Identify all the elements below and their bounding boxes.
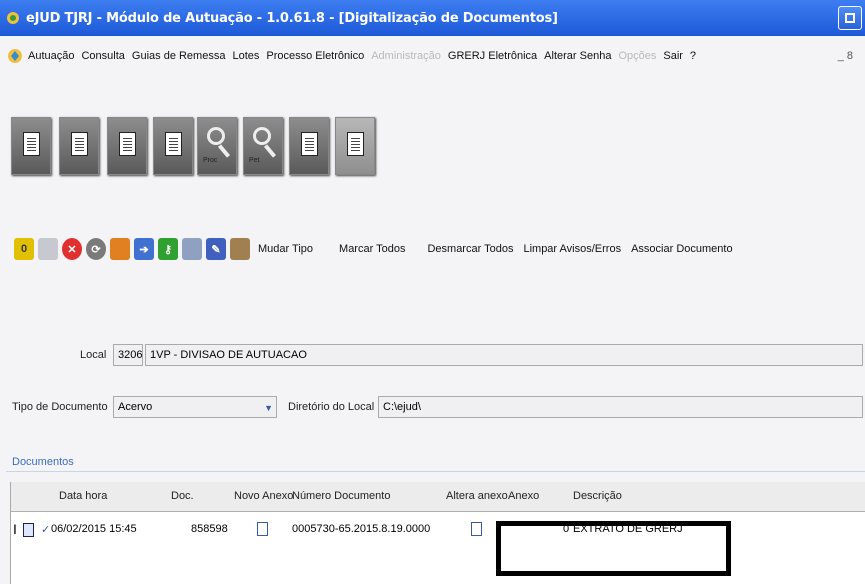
menu-bar: Autuação Consulta Guias de Remessa Lotes… xyxy=(0,36,865,76)
diretorio-local-field[interactable]: C:\ejud\ xyxy=(378,396,863,418)
menu-item-alterar-senha[interactable]: Alterar Senha xyxy=(544,50,611,62)
menu-item-consulta[interactable]: Consulta xyxy=(81,50,124,62)
cell-doc: 858598 xyxy=(191,523,228,535)
eraser-icon[interactable] xyxy=(230,238,250,260)
limpar-avisos-link[interactable]: Limpar Avisos/Erros xyxy=(523,243,621,255)
highlight-box xyxy=(496,521,731,576)
close-icon[interactable]: ✕ xyxy=(62,238,82,260)
mdi-controls[interactable]: _ 8 xyxy=(838,50,853,62)
document-edit-icon xyxy=(119,132,136,156)
search-pet-button[interactable]: Pet xyxy=(243,117,283,175)
row-check-icon: ✓ xyxy=(41,524,51,536)
menu-item-processo-eletronico[interactable]: Processo Eletrônico xyxy=(266,50,364,62)
menu-item-sair[interactable]: Sair xyxy=(663,50,683,62)
document-view-button[interactable] xyxy=(59,117,99,175)
key-icon[interactable]: ⚷ xyxy=(158,238,178,260)
save-icon[interactable] xyxy=(38,238,58,260)
attach-doc-icon xyxy=(301,132,318,156)
restore-icon xyxy=(845,13,855,23)
app-logo-icon xyxy=(7,12,19,24)
document-icon xyxy=(23,132,40,156)
menu-item-administracao: Administração xyxy=(371,50,441,62)
mudar-tipo-link[interactable]: Mudar Tipo xyxy=(258,243,313,255)
col-data-hora[interactable]: Data hora xyxy=(59,490,107,502)
local-code-field[interactable]: 3206 xyxy=(113,344,143,366)
action-toolbar: 0 ✕ ⟳ ➔ ⚷ ✎ Mudar Tipo Marcar Todos Desm… xyxy=(0,233,865,265)
scan-doc-button[interactable] xyxy=(335,117,375,175)
documents-grid: Data hora Doc. Novo Anexo Número Documen… xyxy=(10,482,865,584)
chevron-down-icon[interactable]: ▼ xyxy=(264,403,273,413)
scan-doc-icon xyxy=(347,132,364,156)
pet-caption: Pet xyxy=(249,157,260,164)
document-view-icon xyxy=(71,132,88,156)
search-proc-button[interactable]: Proc xyxy=(197,117,237,175)
menu-item-grerj-eletronica[interactable]: GRERJ Eletrônica xyxy=(448,50,537,62)
tipo-documento-label: Tipo de Documento xyxy=(12,401,108,413)
title-bar: eJUD TJRJ - Módulo de Autuação - 1.0.61.… xyxy=(0,0,865,36)
associar-documento-link[interactable]: Associar Documento xyxy=(631,243,733,255)
tipo-documento-select[interactable]: Acervo ▼ xyxy=(113,396,277,418)
printer-icon[interactable] xyxy=(182,238,202,260)
proc-caption: Proc xyxy=(203,157,218,164)
document-icon[interactable] xyxy=(110,238,130,260)
menu-item-guias-de-remessa[interactable]: Guias de Remessa xyxy=(132,50,226,62)
cell-data-hora: 06/02/2015 15:45 xyxy=(51,523,137,535)
col-descricao[interactable]: Descrição xyxy=(573,490,622,502)
local-name-field[interactable]: 1VP - DIVISAO DE AUTUACAO xyxy=(145,344,863,366)
magnifier-icon xyxy=(207,127,225,145)
window-title: eJUD TJRJ - Módulo de Autuação - 1.0.61.… xyxy=(26,10,558,26)
menu-item-lotes[interactable]: Lotes xyxy=(232,50,259,62)
tipo-documento-value: Acervo xyxy=(118,401,153,413)
magnifier-handle xyxy=(263,144,277,158)
scanner-icon xyxy=(165,132,182,156)
cell-numero-documento: 0005730-65.2015.8.19.0000 xyxy=(292,523,431,535)
document-button[interactable] xyxy=(11,117,51,175)
number-zero-icon[interactable]: 0 xyxy=(14,238,34,260)
edit-icon[interactable]: ✎ xyxy=(206,238,226,260)
local-label: Local xyxy=(80,349,107,361)
altera-anexo-checkbox[interactable] xyxy=(471,522,482,536)
magnifier-icon xyxy=(253,127,271,145)
desmarcar-todos-link[interactable]: Desmarcar Todos xyxy=(427,243,513,255)
scanner-button[interactable] xyxy=(153,117,193,175)
col-doc[interactable]: Doc. xyxy=(171,490,194,502)
grid-header: Data hora Doc. Novo Anexo Número Documen… xyxy=(11,482,865,512)
col-altera-anexo[interactable]: Altera anexo xyxy=(446,490,508,502)
novo-anexo-checkbox[interactable] xyxy=(257,522,268,536)
row-select-checkbox[interactable] xyxy=(23,523,34,537)
document-edit-button[interactable] xyxy=(107,117,147,175)
menu-item-autuacao[interactable]: Autuação xyxy=(28,50,74,62)
col-numero-documento[interactable]: Número Documento xyxy=(292,490,390,502)
marcar-todos-link[interactable]: Marcar Todos xyxy=(339,243,405,255)
attach-doc-button[interactable] xyxy=(289,117,329,175)
big-toolbar: Proc Pet xyxy=(0,76,865,201)
col-novo-anexo[interactable]: Novo Anexo xyxy=(234,490,293,502)
diretorio-local-label: Diretório do Local xyxy=(288,401,375,413)
section-divider xyxy=(6,471,865,472)
restore-button[interactable] xyxy=(838,6,862,30)
col-anexo[interactable]: Anexo xyxy=(508,490,539,502)
documentos-section-label: Documentos xyxy=(12,456,74,468)
arrow-icon[interactable]: ➔ xyxy=(134,238,154,260)
menu-item-help[interactable]: ? xyxy=(690,50,696,62)
table-row[interactable]: I ✓ 06/02/2015 15:45 858598 0005730-65.2… xyxy=(11,513,865,547)
magnifier-handle xyxy=(217,144,231,158)
app-menu-icon[interactable] xyxy=(6,47,24,65)
refresh-icon[interactable]: ⟳ xyxy=(86,238,106,260)
menu-item-opcoes: Opções xyxy=(618,50,657,62)
row-cursor-icon: I xyxy=(13,521,17,537)
